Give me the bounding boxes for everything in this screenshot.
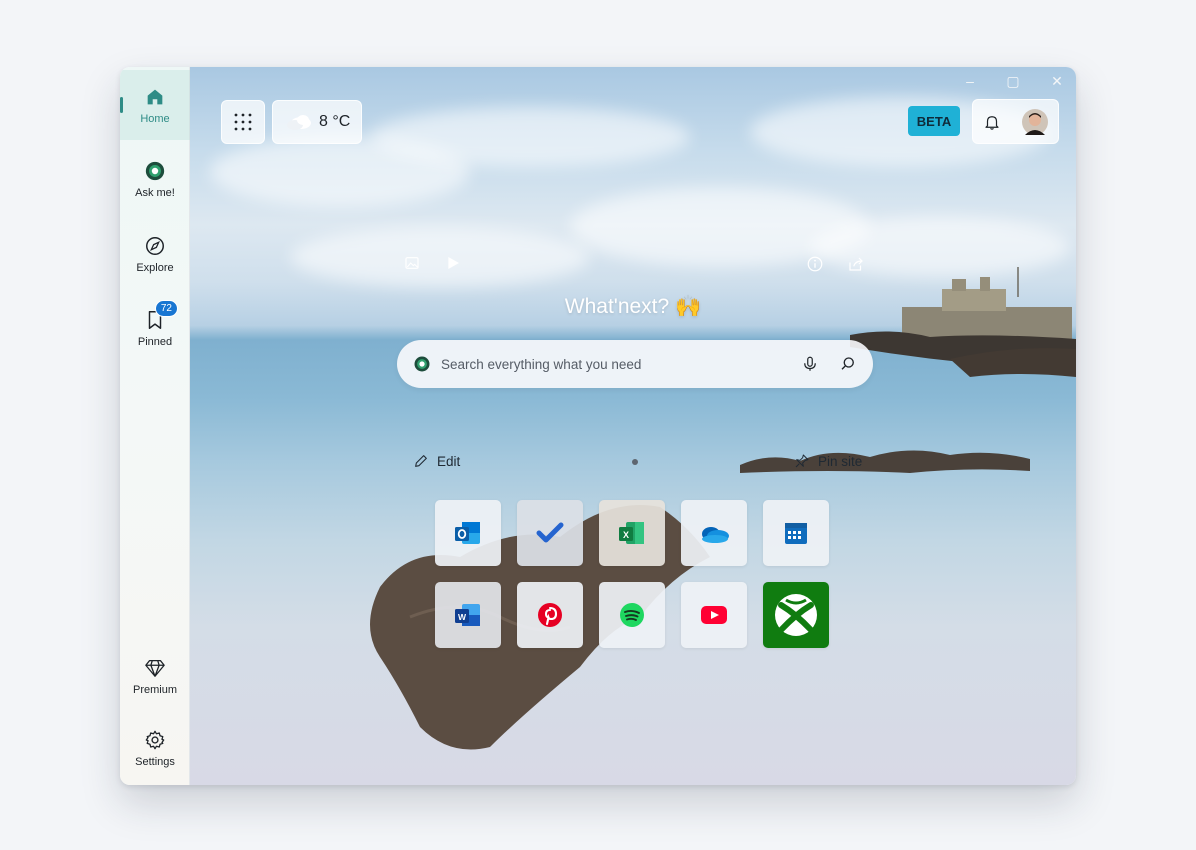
tile-spotify[interactable] [599, 582, 665, 648]
new-tab-background: – ▢ ✕ 8 °C BETA What'next? 🙌 Search ever… [190, 67, 1076, 785]
page-indicator-dot[interactable] [632, 459, 638, 465]
word-icon: W [455, 604, 480, 626]
tile-pinterest[interactable] [517, 582, 583, 648]
pencil-icon [415, 455, 427, 467]
bell-icon[interactable] [983, 113, 1001, 131]
sidebar-item-pinned[interactable]: 72 Pinned [120, 293, 190, 363]
weather-widget[interactable]: 8 °C [272, 100, 362, 144]
todo-icon [536, 522, 564, 543]
sidebar-item-label: Ask me! [135, 186, 175, 199]
calendar-icon [785, 523, 807, 544]
tile-calendar[interactable] [763, 500, 829, 566]
ask-icon [145, 161, 165, 180]
svg-text:X: X [623, 530, 629, 540]
maximize-button[interactable]: ▢ [998, 73, 1028, 90]
sidebar-item-label: Explore [136, 261, 174, 274]
active-indicator [120, 97, 123, 113]
tile-onedrive[interactable] [681, 500, 747, 566]
minimize-button[interactable]: – [955, 73, 985, 89]
avatar[interactable] [1021, 108, 1048, 135]
sidebar-item-label: Home [140, 112, 170, 125]
pin-site-button[interactable]: Pin site [794, 453, 862, 469]
youtube-icon [701, 606, 727, 624]
edit-button[interactable]: Edit [413, 453, 460, 469]
excel-icon: X [619, 522, 644, 544]
sidebar-item-label: Pinned [137, 335, 173, 348]
tile-youtube[interactable] [681, 582, 747, 648]
share-icon[interactable] [847, 255, 865, 273]
sidebar-item-settings[interactable]: Settings [120, 713, 190, 783]
diamond-icon [145, 659, 165, 677]
grid-icon [234, 113, 252, 131]
fortress-scenery [850, 267, 1076, 377]
outlook-icon [455, 522, 480, 544]
pinned-count-badge: 72 [154, 299, 178, 317]
account-area [972, 99, 1059, 144]
svg-text:W: W [458, 612, 467, 622]
tile-outlook[interactable] [435, 500, 501, 566]
ask-search-icon [414, 356, 430, 372]
sidebar: Home Ask me! Explore 72 Pinned Premium S… [120, 67, 190, 785]
search-bar[interactable]: Search everything what you need [397, 340, 873, 388]
sidebar-item-explore[interactable]: Explore [120, 219, 190, 289]
tile-excel[interactable]: X [599, 500, 665, 566]
compass-icon [146, 236, 164, 255]
hero-headline: What'next? 🙌 [564, 295, 702, 318]
info-icon[interactable] [806, 255, 824, 273]
sidebar-item-ask[interactable]: Ask me! [120, 144, 190, 214]
image-icon[interactable] [404, 255, 420, 271]
search-input[interactable]: Search everything what you need [441, 357, 801, 372]
onedrive-icon [702, 527, 729, 543]
sidebar-item-label: Settings [135, 755, 175, 768]
play-icon[interactable] [445, 255, 461, 271]
pin-site-label: Pin site [818, 453, 863, 469]
sidebar-item-premium[interactable]: Premium [120, 641, 190, 711]
pinterest-icon [538, 603, 562, 627]
pin-icon [795, 454, 809, 468]
tile-xbox[interactable] [763, 582, 829, 648]
gear-icon [145, 730, 165, 749]
microphone-icon[interactable] [801, 355, 819, 373]
xbox-icon [775, 594, 817, 636]
sidebar-item-label: Premium [132, 683, 177, 696]
search-icon[interactable] [839, 355, 857, 373]
cloud-weather-icon [287, 115, 311, 130]
weather-temp: 8 °C [319, 113, 351, 130]
edit-label: Edit [437, 453, 461, 469]
app-window: Home Ask me! Explore 72 Pinned Premium S… [120, 67, 1076, 785]
sidebar-item-home[interactable]: Home [120, 70, 190, 140]
spotify-icon [620, 603, 644, 627]
home-icon [147, 89, 163, 104]
apps-grid-button[interactable] [221, 100, 265, 144]
tile-word[interactable]: W [435, 582, 501, 648]
beta-badge: BETA [908, 106, 960, 136]
distant-rocks [740, 450, 1030, 473]
tile-todo[interactable] [517, 500, 583, 566]
close-window-button[interactable]: ✕ [1042, 73, 1072, 90]
